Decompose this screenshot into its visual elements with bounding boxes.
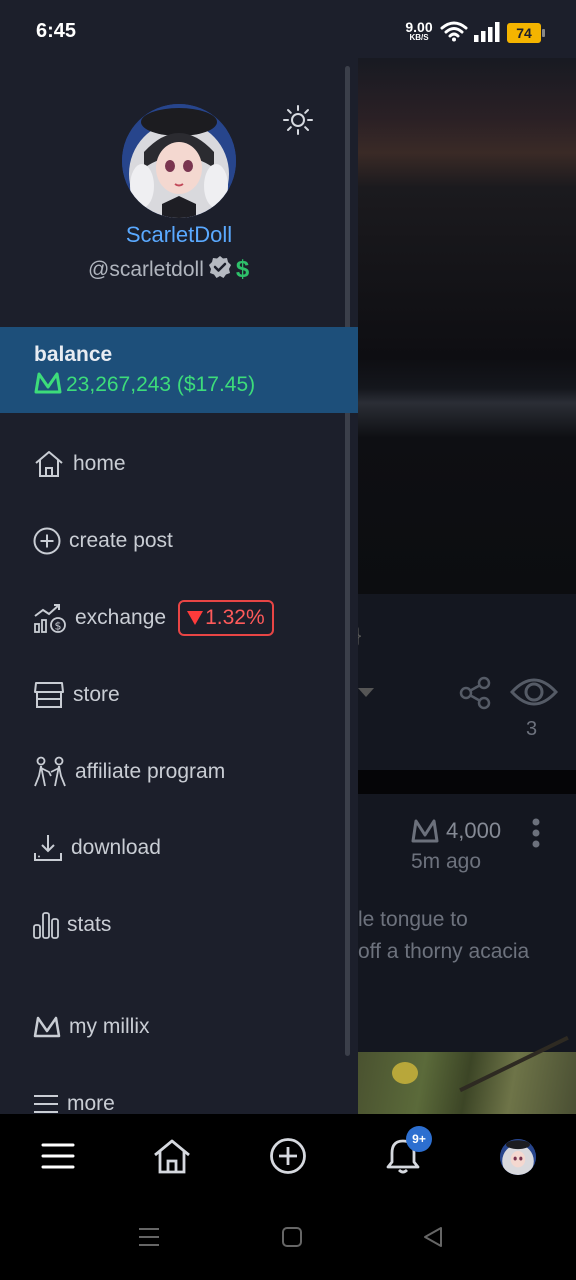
down-triangle-icon [187, 611, 204, 625]
battery-indicator: 74 [507, 23, 545, 43]
menu-item-my-millix[interactable]: my millix [33, 1010, 149, 1044]
home-icon [33, 448, 65, 480]
menu-item-label: my millix [69, 1015, 150, 1038]
network-speed: 9.00 KB/S [402, 20, 436, 42]
signal-icon [474, 22, 502, 47]
menu-item-label: affiliate program [75, 760, 226, 783]
verified-icon [208, 255, 232, 285]
eye-icon [509, 672, 559, 717]
menu-item-affiliate[interactable]: affiliate program [33, 755, 225, 789]
system-navigation-bar [0, 1198, 576, 1280]
network-speed-unit: KB/S [409, 33, 429, 42]
status-bar: 6:45 9.00 KB/S 74 [0, 0, 576, 62]
more-vert-icon[interactable] [532, 818, 540, 853]
millix-icon [34, 371, 62, 400]
stats-icon [33, 911, 59, 939]
balance-value: 23,267,243 ($17.45) [66, 373, 256, 396]
post-amount: 4,000 [446, 818, 502, 843]
menu-item-create-post[interactable]: create post [33, 524, 173, 558]
post-text-line: le tongue to [358, 908, 468, 931]
store-icon [33, 680, 65, 710]
create-post-button[interactable] [268, 1136, 308, 1176]
profile-handle-row: @scarletdoll $ [88, 256, 249, 284]
menu-item-label: create post [69, 529, 173, 552]
status-time: 6:45 [36, 20, 77, 42]
plus-circle-icon [270, 1138, 306, 1174]
navigation-drawer: ScarletDoll @scarletdoll $ balance 23,26… [0, 58, 358, 1114]
recent-apps-button[interactable] [138, 1226, 160, 1253]
back-button[interactable] [422, 1226, 444, 1253]
dollar-icon: $ [235, 256, 250, 283]
menu-item-label: stats [67, 913, 112, 936]
exchange-change-value: 1.32% [205, 606, 265, 629]
post-text: le tongue to off a thorny acacia [358, 904, 576, 968]
post-image[interactable] [358, 58, 576, 594]
network-speed-value: 9.00 [405, 19, 433, 35]
menu-item-more[interactable]: more [33, 1087, 115, 1114]
menu-item-download[interactable]: download [33, 831, 161, 865]
affiliate-icon [33, 756, 67, 788]
post-card-fragment: } [358, 622, 361, 648]
system-home-button[interactable] [281, 1226, 303, 1253]
menu-icon [33, 1092, 59, 1114]
millix-icon [410, 818, 440, 849]
menu-item-stats[interactable]: stats [33, 908, 111, 942]
drawer-scrollbar[interactable] [345, 66, 350, 1056]
avatar[interactable] [122, 104, 236, 218]
menu-item-label: download [71, 836, 161, 859]
plus-circle-icon [33, 527, 61, 555]
menu-icon [41, 1143, 75, 1169]
svg-text:$: $ [55, 620, 62, 633]
post-image[interactable] [358, 1035, 576, 1114]
home-icon [154, 1139, 190, 1174]
menu-item-store[interactable]: store [33, 678, 120, 712]
menu-item-label: home [73, 452, 126, 475]
notification-badge: 9+ [406, 1126, 432, 1152]
profile-avatar-button[interactable] [500, 1139, 536, 1175]
menu-item-home[interactable]: home [33, 447, 126, 481]
millix-icon [33, 1015, 61, 1039]
home-button[interactable] [152, 1136, 192, 1176]
balance-label: balance [34, 343, 113, 366]
download-icon [33, 833, 63, 863]
bottom-navigation [0, 1114, 576, 1198]
exchange-change-badge: 1.32% [178, 600, 274, 636]
share-icon[interactable] [458, 676, 492, 715]
exchange-icon: $ [33, 602, 67, 634]
wifi-icon [440, 20, 468, 47]
dropdown-icon[interactable] [358, 688, 374, 697]
menu-item-label: exchange [75, 606, 167, 629]
menu-button[interactable] [38, 1136, 78, 1176]
flower-decoration [392, 1062, 418, 1084]
feed-background: } 3 4,000 5m ago l [358, 58, 576, 1114]
menu-item-exchange[interactable]: $ exchange 1.32% [33, 600, 274, 636]
post-card: 4,000 5m ago le tongue to off a thorny a… [358, 794, 576, 1052]
profile-handle: @scarletdoll [88, 258, 204, 281]
view-count: 3 [526, 718, 538, 740]
balance-panel[interactable]: balance 23,267,243 ($17.45) [0, 327, 358, 413]
menu-item-label: store [73, 683, 120, 706]
post-time: 5m ago [411, 850, 482, 873]
display-name[interactable]: ScarletDoll [0, 222, 358, 248]
menu-item-label: more [67, 1092, 115, 1114]
sun-icon[interactable] [282, 104, 314, 141]
feed-divider [358, 770, 576, 794]
post-text-line: off a thorny acacia [358, 940, 530, 963]
